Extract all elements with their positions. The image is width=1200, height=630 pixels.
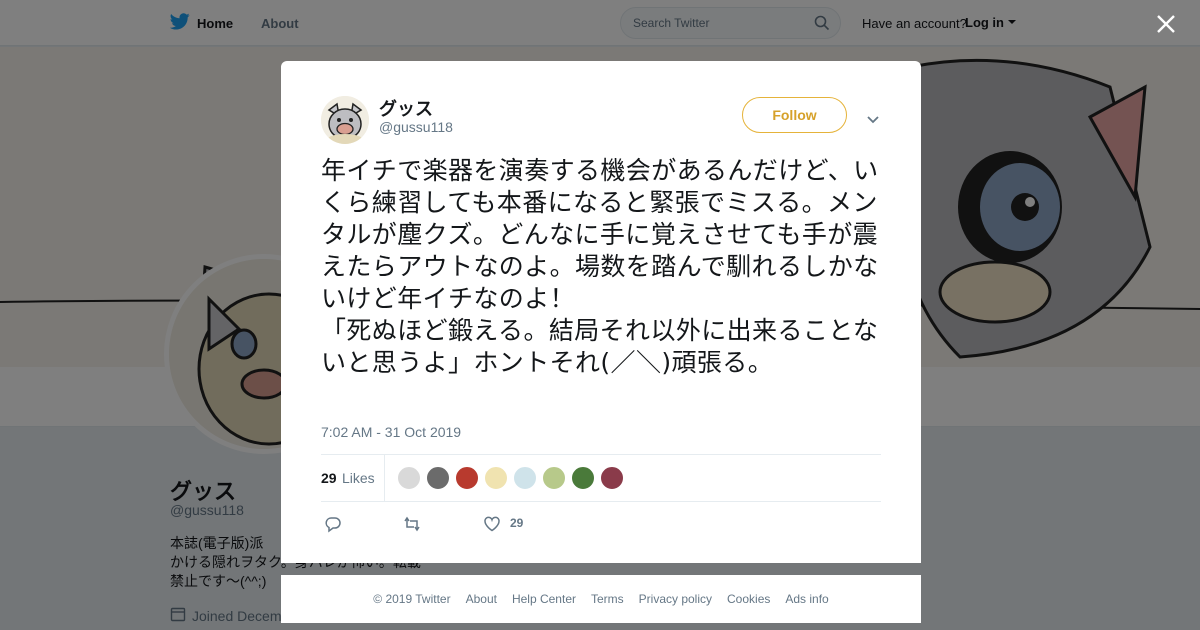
tweet-stats: 29 Likes xyxy=(321,454,881,502)
tweet-author-avatar[interactable] xyxy=(321,96,369,144)
tweet-author-handle[interactable]: @gussu118 xyxy=(379,119,453,135)
likes-label[interactable]: Likes xyxy=(342,470,375,486)
reply-icon[interactable] xyxy=(324,515,342,538)
tweet-author-name[interactable]: グッス xyxy=(379,95,433,121)
liker-avatar[interactable] xyxy=(426,466,450,490)
follow-button[interactable]: Follow xyxy=(742,97,847,133)
liker-avatar[interactable] xyxy=(571,466,595,490)
liker-avatar[interactable] xyxy=(542,466,566,490)
tweet-text: 年イチで楽器を演奏する機会があるんだけど、いくら練習しても本番になると緊張でミス… xyxy=(321,156,879,377)
tweet-modal: グッス @gussu118 Follow 年イチで楽器を演奏する機会があるんだけ… xyxy=(281,61,921,563)
stats-divider xyxy=(384,455,385,502)
footer-cookies-link[interactable]: Cookies xyxy=(727,592,770,606)
liker-avatar[interactable] xyxy=(513,466,537,490)
liker-avatar[interactable] xyxy=(484,466,508,490)
footer-copyright[interactable]: © 2019 Twitter xyxy=(373,592,450,606)
likes-count[interactable]: 29 xyxy=(321,470,337,486)
liker-avatar[interactable] xyxy=(455,466,479,490)
like-action-count[interactable]: 29 xyxy=(510,516,523,530)
footer-help-link[interactable]: Help Center xyxy=(512,592,576,606)
retweet-icon[interactable] xyxy=(402,515,422,538)
liker-avatar[interactable] xyxy=(600,466,624,490)
liker-avatar[interactable] xyxy=(397,466,421,490)
modal-footer: © 2019 Twitter About Help Center Terms P… xyxy=(281,575,921,623)
footer-privacy-link[interactable]: Privacy policy xyxy=(639,592,712,606)
close-icon[interactable] xyxy=(1154,12,1178,36)
footer-terms-link[interactable]: Terms xyxy=(591,592,624,606)
heart-icon[interactable] xyxy=(483,515,501,538)
footer-about-link[interactable]: About xyxy=(466,592,497,606)
footer-ads-link[interactable]: Ads info xyxy=(785,592,828,606)
tweet-timestamp[interactable]: 7:02 AM - 31 Oct 2019 xyxy=(321,424,461,440)
chevron-down-icon[interactable] xyxy=(866,112,880,130)
